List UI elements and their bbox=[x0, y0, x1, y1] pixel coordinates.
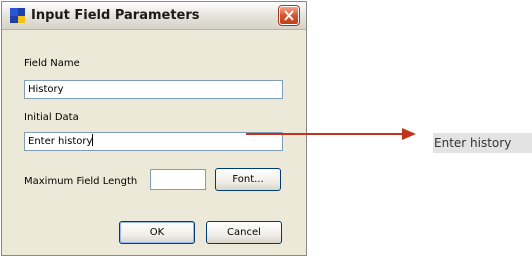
initial-data-input[interactable]: Enter history bbox=[24, 132, 283, 151]
dialog-title: Input Field Parameters bbox=[31, 8, 200, 23]
initial-data-text: Enter history bbox=[28, 136, 93, 147]
max-field-length-input[interactable] bbox=[150, 169, 206, 190]
app-icon bbox=[10, 8, 25, 23]
title-bar[interactable]: Input Field Parameters bbox=[2, 2, 306, 30]
close-button[interactable] bbox=[278, 5, 300, 26]
font-button[interactable]: Font... bbox=[215, 168, 281, 191]
arrow-icon bbox=[246, 128, 416, 140]
max-field-length-label: Maximum Field Length bbox=[24, 176, 138, 187]
initial-data-label: Initial Data bbox=[24, 112, 79, 123]
preview-field: Enter history bbox=[433, 133, 532, 153]
ok-button[interactable]: OK bbox=[119, 221, 195, 244]
text-caret bbox=[92, 134, 94, 146]
close-icon bbox=[284, 10, 294, 21]
cancel-button[interactable]: Cancel bbox=[206, 221, 282, 244]
field-name-label: Field Name bbox=[24, 58, 80, 69]
field-name-input[interactable]: History bbox=[24, 80, 283, 99]
